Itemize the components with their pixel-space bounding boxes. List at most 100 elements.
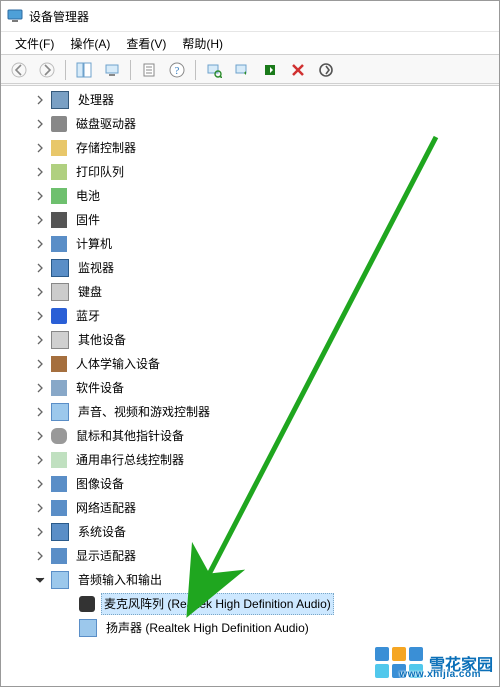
expand-toggle[interactable]	[33, 453, 47, 467]
category-icon	[51, 331, 69, 349]
nav-forward-button[interactable]	[35, 58, 59, 82]
category-firmware[interactable]: 固件	[1, 208, 499, 232]
category-keyboards[interactable]: 键盘	[1, 280, 499, 304]
category-icon	[51, 140, 67, 156]
category-icon	[51, 523, 69, 541]
expand-toggle[interactable]	[33, 141, 47, 155]
category-mice[interactable]: 鼠标和其他指针设备	[1, 424, 499, 448]
category-label: 键盘	[75, 281, 105, 303]
device-label: 扬声器 (Realtek High Definition Audio)	[103, 617, 312, 639]
watermark: 雪花家园 www.xhijia.com	[375, 647, 493, 678]
expand-toggle[interactable]	[33, 213, 47, 227]
menu-help[interactable]: 帮助(H)	[176, 33, 229, 54]
enable-device-button[interactable]	[258, 58, 282, 82]
category-print-queues[interactable]: 打印队列	[1, 160, 499, 184]
toolbar-computer-button[interactable]	[100, 58, 124, 82]
expand-toggle[interactable]	[33, 357, 47, 371]
category-icon	[51, 380, 67, 396]
toolbar-separator	[195, 60, 196, 80]
category-bluetooth[interactable]: 蓝牙	[1, 304, 499, 328]
toolbar-separator	[130, 60, 131, 80]
uninstall-device-button[interactable]	[286, 58, 310, 82]
expand-toggle[interactable]	[33, 237, 47, 251]
expand-toggle[interactable]	[33, 525, 47, 539]
device-speakers[interactable]: 扬声器 (Realtek High Definition Audio)	[1, 616, 499, 640]
expand-toggle[interactable]	[33, 333, 47, 347]
nav-back-button[interactable]	[7, 58, 31, 82]
category-label: 软件设备	[73, 377, 127, 399]
category-label: 电池	[73, 185, 103, 207]
category-icon	[51, 571, 69, 589]
watermark-url: www.xhijia.com	[399, 669, 481, 680]
category-label: 监视器	[75, 257, 117, 279]
category-hid[interactable]: 人体学输入设备	[1, 352, 499, 376]
expand-toggle[interactable]	[33, 405, 47, 419]
category-icon	[51, 259, 69, 277]
category-icon	[51, 164, 67, 180]
scan-hardware-button[interactable]	[202, 58, 226, 82]
category-icon	[51, 116, 67, 132]
expand-toggle[interactable]	[33, 549, 47, 563]
category-sound-video-game[interactable]: 声音、视频和游戏控制器	[1, 400, 499, 424]
device-icon	[79, 596, 95, 612]
expand-toggle[interactable]	[33, 189, 47, 203]
category-icon	[51, 308, 67, 324]
category-network-adapters[interactable]: 网络适配器	[1, 496, 499, 520]
window-title: 设备管理器	[29, 8, 89, 25]
menu-file[interactable]: 文件(F)	[9, 33, 60, 54]
device-microphone-array[interactable]: 麦克风阵列 (Realtek High Definition Audio)	[1, 592, 499, 616]
category-batteries[interactable]: 电池	[1, 184, 499, 208]
update-driver-button[interactable]	[230, 58, 254, 82]
category-disk-drives[interactable]: 磁盘驱动器	[1, 112, 499, 136]
category-label: 其他设备	[75, 329, 129, 351]
spacer	[61, 621, 75, 635]
category-icon	[51, 452, 67, 468]
properties-button[interactable]	[137, 58, 161, 82]
expand-toggle[interactable]	[33, 477, 47, 491]
category-label: 声音、视频和游戏控制器	[75, 401, 213, 423]
category-icon	[51, 283, 69, 301]
window-frame: 设备管理器 文件(F) 操作(A) 查看(V) 帮助(H) ? 处理器磁盘驱动器…	[0, 0, 500, 687]
expand-toggle[interactable]	[33, 165, 47, 179]
expand-toggle[interactable]	[33, 93, 47, 107]
category-software-devices[interactable]: 软件设备	[1, 376, 499, 400]
disable-device-button[interactable]	[314, 58, 338, 82]
expand-toggle[interactable]	[33, 309, 47, 323]
toolbar-separator	[65, 60, 66, 80]
svg-text:?: ?	[175, 65, 180, 77]
category-label: 网络适配器	[73, 497, 139, 519]
category-monitors[interactable]: 监视器	[1, 256, 499, 280]
category-processors[interactable]: 处理器	[1, 88, 499, 112]
menu-view[interactable]: 查看(V)	[120, 33, 172, 54]
device-label: 麦克风阵列 (Realtek High Definition Audio)	[101, 593, 334, 615]
category-display-adapters[interactable]: 显示适配器	[1, 544, 499, 568]
category-system-devices[interactable]: 系统设备	[1, 520, 499, 544]
category-icon	[51, 188, 67, 204]
category-other-devices[interactable]: 其他设备	[1, 328, 499, 352]
help-button[interactable]: ?	[165, 58, 189, 82]
expand-toggle[interactable]	[33, 285, 47, 299]
device-manager-icon	[7, 8, 23, 24]
expand-toggle[interactable]	[33, 381, 47, 395]
tree-view[interactable]: 处理器磁盘驱动器存储控制器打印队列电池固件计算机监视器键盘蓝牙其他设备人体学输入…	[1, 83, 499, 686]
category-label: 计算机	[73, 233, 115, 255]
category-label: 鼠标和其他指针设备	[73, 425, 187, 447]
menu-action[interactable]: 操作(A)	[64, 33, 116, 54]
show-hide-tree-button[interactable]	[72, 58, 96, 82]
spacer	[61, 597, 75, 611]
menu-bar: 文件(F) 操作(A) 查看(V) 帮助(H)	[1, 31, 499, 54]
expand-toggle[interactable]	[33, 261, 47, 275]
category-label: 图像设备	[73, 473, 127, 495]
category-computer[interactable]: 计算机	[1, 232, 499, 256]
category-storage-controllers[interactable]: 存储控制器	[1, 136, 499, 160]
expand-toggle[interactable]	[33, 573, 47, 587]
category-icon	[51, 500, 67, 516]
category-label: 打印队列	[73, 161, 127, 183]
category-audio-io[interactable]: 音频输入和输出	[1, 568, 499, 592]
expand-toggle[interactable]	[33, 501, 47, 515]
expand-toggle[interactable]	[33, 117, 47, 131]
category-label: 处理器	[75, 89, 117, 111]
category-imaging-devices[interactable]: 图像设备	[1, 472, 499, 496]
category-usb-controllers[interactable]: 通用串行总线控制器	[1, 448, 499, 472]
expand-toggle[interactable]	[33, 429, 47, 443]
